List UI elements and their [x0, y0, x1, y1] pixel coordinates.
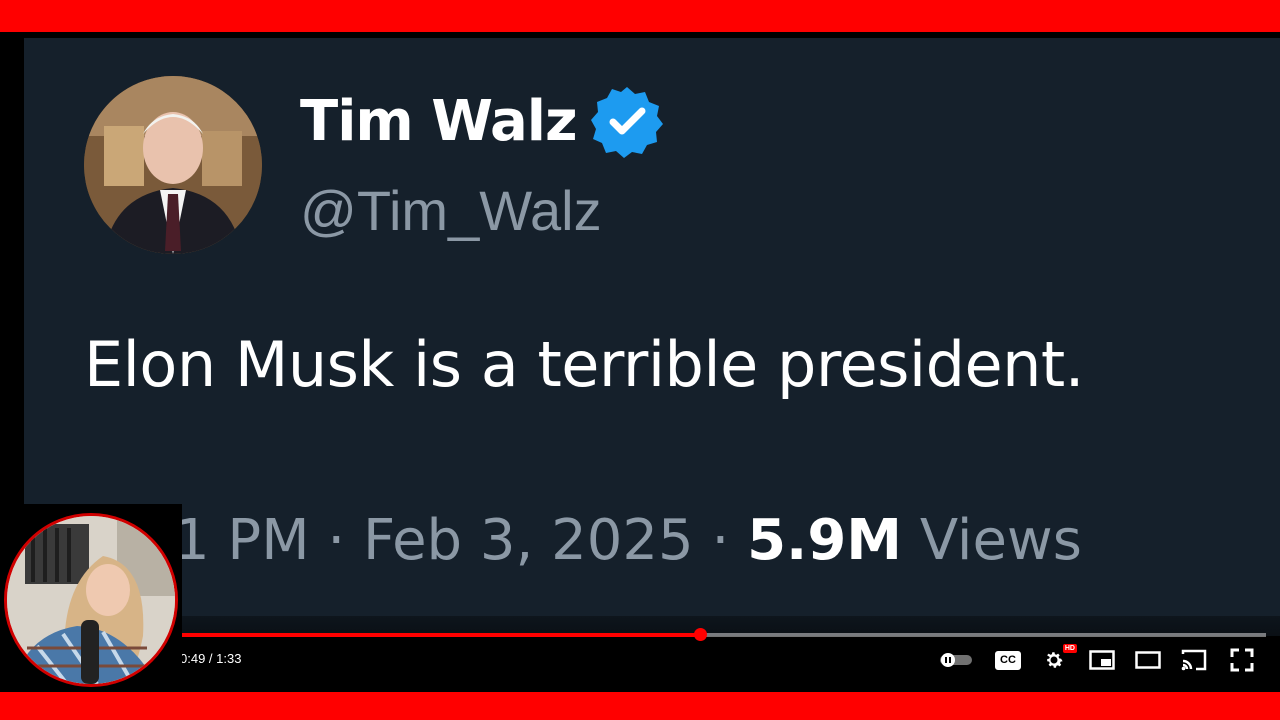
scrubber-handle[interactable]: [693, 628, 707, 641]
tweet-date[interactable]: Feb 3, 2025: [363, 508, 694, 573]
miniplayer-icon[interactable]: [1084, 642, 1120, 678]
hd-badge: HD: [1062, 644, 1077, 653]
progress-played: [180, 633, 700, 637]
fullscreen-icon[interactable]: [1224, 642, 1260, 678]
tweet-card: Tim Walz @Tim_Walz Elon Musk is a terrib…: [24, 38, 1280, 636]
cast-icon[interactable]: [1176, 642, 1212, 678]
tweet-text: Elon Musk is a terrible president.: [84, 328, 1084, 401]
tweet-time: 1 PM: [174, 508, 310, 573]
theater-mode-icon[interactable]: [1130, 642, 1166, 678]
author-name[interactable]: Tim Walz: [300, 89, 578, 154]
verified-badge-icon: [589, 83, 665, 159]
video-player[interactable]: Tim Walz @Tim_Walz Elon Musk is a terrib…: [0, 32, 1280, 692]
gear-icon[interactable]: HD: [1036, 642, 1077, 678]
red-frame-top: [0, 0, 1280, 32]
views-count: 5.9M: [747, 508, 903, 573]
meta-separator: ·: [327, 508, 346, 573]
captions-label: CC: [995, 650, 1021, 670]
author-handle[interactable]: @Tim_Walz: [300, 178, 602, 243]
time-display: 0:49 / 1:33: [180, 651, 242, 666]
red-frame-bottom: [0, 692, 1280, 720]
meta-separator: ·: [711, 508, 730, 573]
tweet-meta: 1 PM · Feb 3, 2025 · 5.9M Views: [174, 508, 1082, 573]
author-row: Tim Walz: [300, 83, 665, 159]
progress-bar[interactable]: [180, 628, 1266, 641]
streamer-webcam: [4, 513, 178, 687]
profile-avatar[interactable]: [84, 76, 262, 254]
captions-icon[interactable]: CC: [990, 642, 1026, 678]
autoplay-toggle-icon[interactable]: [936, 642, 976, 678]
webcam-overlay: [0, 504, 182, 692]
views-label: Views: [919, 508, 1082, 573]
